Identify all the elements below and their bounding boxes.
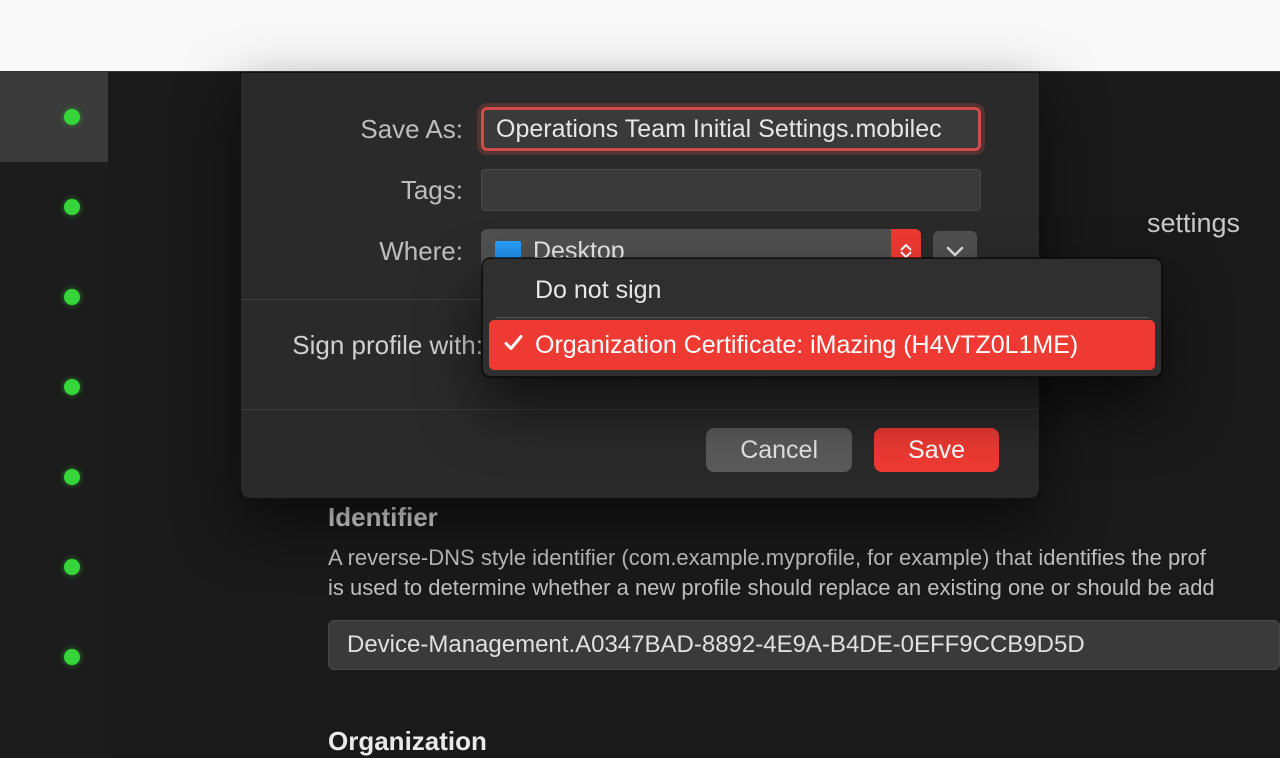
sign-option-org-cert[interactable]: Organization Certificate: iMazing (H4VTZ… bbox=[489, 320, 1155, 370]
status-dot-icon bbox=[64, 289, 80, 305]
identifier-description: A reverse-DNS style identifier (com.exam… bbox=[328, 543, 1280, 602]
save-button[interactable]: Save bbox=[874, 428, 999, 472]
tags-input[interactable] bbox=[481, 169, 981, 211]
window-top-area bbox=[0, 0, 1280, 72]
identifier-desc-line1: A reverse-DNS style identifier (com.exam… bbox=[328, 545, 1206, 570]
status-dot-icon bbox=[64, 199, 80, 215]
settings-text-fragment: settings bbox=[1147, 208, 1240, 239]
status-dot-icon bbox=[64, 649, 80, 665]
status-dot-icon bbox=[64, 379, 80, 395]
chevron-down-icon bbox=[946, 245, 964, 257]
sidebar bbox=[0, 72, 108, 758]
identifier-field[interactable]: Device-Management.A0347BAD-8892-4E9A-B4D… bbox=[328, 620, 1280, 670]
sign-option-org-cert-label: Organization Certificate: iMazing (H4VTZ… bbox=[535, 331, 1078, 360]
save-as-input[interactable] bbox=[481, 107, 981, 151]
dropdown-separator bbox=[495, 317, 1149, 318]
save-as-label: Save As: bbox=[281, 114, 481, 145]
status-dot-icon bbox=[64, 109, 80, 125]
identifier-section: Identifier A reverse-DNS style identifie… bbox=[328, 502, 1280, 758]
sidebar-item-2[interactable] bbox=[0, 162, 108, 252]
cancel-button[interactable]: Cancel bbox=[706, 428, 852, 472]
identifier-title: Identifier bbox=[328, 502, 1280, 533]
organization-title: Organization bbox=[328, 726, 1280, 757]
tags-label: Tags: bbox=[281, 175, 481, 206]
sidebar-item-6[interactable] bbox=[0, 522, 108, 612]
sidebar-item-3[interactable] bbox=[0, 252, 108, 342]
save-dialog-bottom: Cancel Save bbox=[241, 410, 1039, 498]
checkmark-icon bbox=[503, 331, 523, 360]
sign-option-do-not-sign[interactable]: Do not sign bbox=[489, 265, 1155, 315]
sign-profile-label: Sign profile with: bbox=[281, 330, 501, 361]
sidebar-item-7[interactable] bbox=[0, 612, 108, 702]
status-dot-icon bbox=[64, 469, 80, 485]
identifier-desc-line2: is used to determine whether a new profi… bbox=[328, 575, 1215, 600]
sidebar-item-5[interactable] bbox=[0, 432, 108, 522]
sign-profile-dropdown: Do not sign Organization Certificate: iM… bbox=[482, 258, 1162, 377]
where-label: Where: bbox=[281, 236, 481, 267]
sidebar-item-1[interactable] bbox=[0, 72, 108, 162]
sidebar-item-4[interactable] bbox=[0, 342, 108, 432]
status-dot-icon bbox=[64, 559, 80, 575]
